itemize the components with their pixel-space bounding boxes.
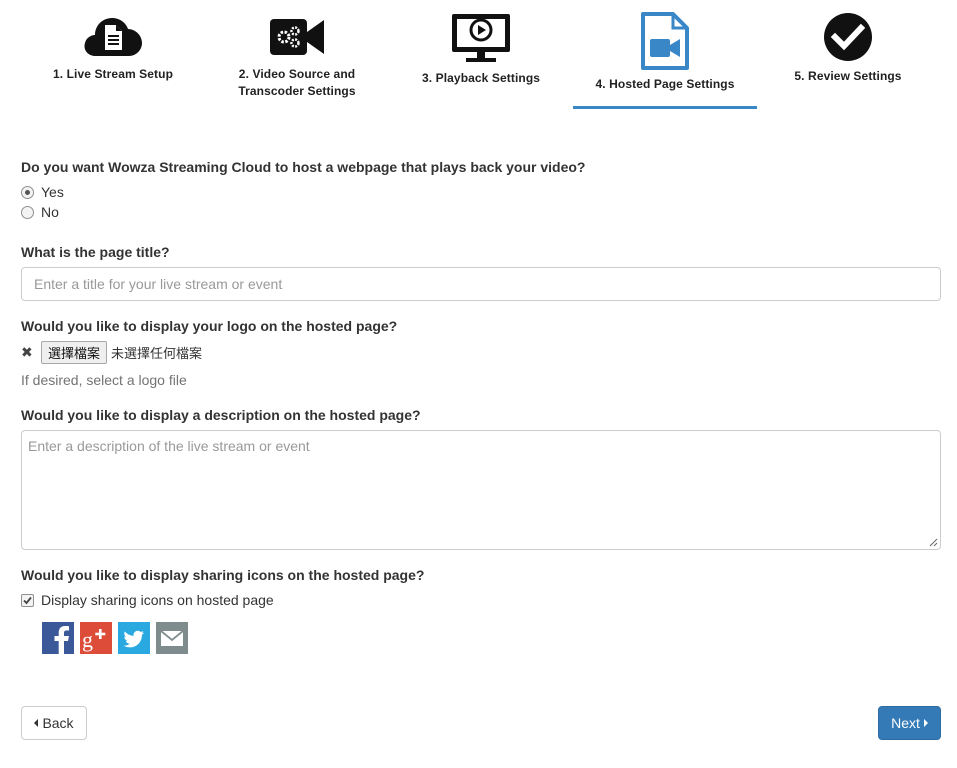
yes-radio[interactable] bbox=[21, 185, 34, 199]
sharing-icons-preview: g bbox=[42, 622, 188, 654]
caret-right-icon bbox=[923, 719, 928, 727]
page-title-input[interactable]: Enter a title for your live stream or ev… bbox=[21, 267, 941, 301]
logo-file-picker: ✖ 選擇檔案 未選擇任何檔案 bbox=[21, 341, 202, 364]
logo-question: Would you like to display your logo on t… bbox=[21, 318, 398, 334]
wizard-steps: 1. Live Stream Setup 2. Video Source and… bbox=[0, 0, 957, 115]
step-playback-settings[interactable]: 3. Playback Settings bbox=[408, 12, 554, 87]
choose-file-button[interactable]: 選擇檔案 bbox=[41, 341, 108, 364]
next-button-label: Next bbox=[891, 715, 920, 731]
svg-text:g: g bbox=[82, 627, 93, 652]
step-label-line2: Transcoder Settings bbox=[238, 84, 356, 98]
logo-help-text: If desired, select a logo file bbox=[21, 372, 187, 388]
resize-grip-icon[interactable] bbox=[929, 538, 938, 547]
no-label[interactable]: No bbox=[41, 204, 59, 220]
sharing-checkbox[interactable] bbox=[21, 593, 34, 607]
video-file-icon bbox=[641, 12, 689, 70]
facebook-icon bbox=[42, 622, 74, 654]
step-label: 4. Hosted Page Settings bbox=[595, 77, 735, 91]
twitter-icon bbox=[118, 622, 150, 654]
step-video-source[interactable]: 2. Video Source and Transcoder Settings bbox=[222, 12, 372, 100]
host-webpage-question: Do you want Wowza Streaming Cloud to hos… bbox=[21, 159, 586, 175]
file-status-text: 未選擇任何檔案 bbox=[111, 346, 203, 361]
cloud-document-icon bbox=[84, 18, 142, 56]
description-textarea[interactable]: Enter a description of the live stream o… bbox=[21, 430, 941, 550]
step-review-settings[interactable]: 5. Review Settings bbox=[774, 12, 922, 85]
email-icon bbox=[156, 622, 188, 654]
yes-option[interactable]: Yes bbox=[21, 184, 64, 200]
next-button[interactable]: Next bbox=[878, 706, 941, 740]
no-radio[interactable] bbox=[21, 205, 34, 219]
page-title-question: What is the page title? bbox=[21, 244, 170, 260]
step-live-stream-setup[interactable]: 1. Live Stream Setup bbox=[40, 12, 186, 83]
sharing-option[interactable]: Display sharing icons on hosted page bbox=[21, 592, 274, 608]
check-circle-icon bbox=[824, 13, 872, 61]
sharing-question: Would you like to display sharing icons … bbox=[21, 567, 425, 583]
no-option[interactable]: No bbox=[21, 204, 59, 220]
step-label: 1. Live Stream Setup bbox=[52, 67, 174, 81]
step-label-line1: 2. Video Source and bbox=[238, 67, 356, 81]
video-gears-icon bbox=[270, 19, 324, 55]
step-label: 5. Review Settings bbox=[794, 69, 902, 83]
yes-label[interactable]: Yes bbox=[41, 184, 64, 200]
description-placeholder: Enter a description of the live stream o… bbox=[28, 438, 310, 454]
remove-file-icon[interactable]: ✖ bbox=[21, 344, 33, 361]
sharing-label[interactable]: Display sharing icons on hosted page bbox=[41, 592, 274, 608]
monitor-play-icon bbox=[452, 14, 510, 62]
step-label: 3. Playback Settings bbox=[421, 71, 541, 85]
back-button-label: Back bbox=[42, 715, 74, 731]
description-question: Would you like to display a description … bbox=[21, 407, 421, 423]
step-hosted-page-settings[interactable]: 4. Hosted Page Settings bbox=[588, 12, 742, 93]
google-plus-icon: g bbox=[80, 622, 112, 654]
active-step-indicator bbox=[573, 106, 757, 109]
checkmark-icon bbox=[23, 596, 32, 604]
step-label: 2. Video Source and Transcoder Settings bbox=[222, 66, 372, 100]
caret-left-icon bbox=[34, 719, 39, 727]
back-button[interactable]: Back bbox=[21, 706, 87, 740]
